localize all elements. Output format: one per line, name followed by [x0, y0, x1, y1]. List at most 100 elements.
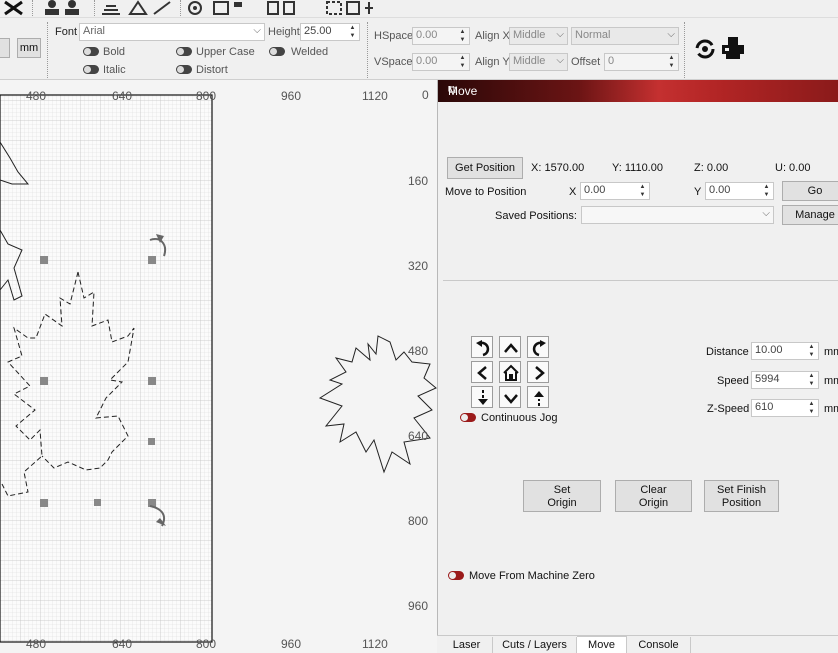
ruler-label: 800	[196, 637, 216, 651]
speed-unit: mm	[824, 375, 838, 387]
tab-move[interactable]: Move	[577, 636, 627, 653]
mm-button[interactable]: mm	[17, 38, 41, 58]
set-origin-button[interactable]: Set Origin	[523, 480, 601, 512]
go-label: Go	[807, 185, 823, 197]
speed-value: 5994	[755, 373, 780, 385]
ruler-label: 640	[112, 637, 132, 651]
align-x-label: Align X	[475, 30, 510, 42]
move-x-spinbox[interactable]: 0.00 ▲ ▼	[580, 182, 650, 200]
align-y-combo[interactable]: Middle ⌵	[509, 53, 568, 71]
align-x-combo[interactable]: Middle ⌵	[509, 27, 568, 45]
jog-home-button[interactable]	[499, 361, 521, 383]
clear-origin-label-line1: Clear	[640, 484, 667, 496]
scissors-tool-icon[interactable]	[2, 0, 26, 16]
speed-spinbox[interactable]: 5994 ▲ ▼	[751, 371, 819, 389]
move-from-machine-zero-label: Move From Machine Zero	[469, 570, 595, 582]
text-mode-combo[interactable]: Normal ⌵	[571, 27, 679, 45]
distance-unit: mm	[824, 346, 838, 358]
manage-button[interactable]: Manage	[782, 205, 838, 225]
italic-toggle[interactable]	[83, 65, 99, 74]
hspace-value: 0.00	[416, 29, 438, 41]
spinner-arrows-icon[interactable]: ▲ ▼	[457, 54, 468, 70]
spinner-arrows-icon[interactable]: ▲ ▼	[637, 183, 648, 199]
align-tools-icon[interactable]	[100, 0, 176, 16]
move-panel-titlebar[interactable]: Move ⧉	[438, 80, 838, 102]
jog-z-down-button[interactable]	[471, 386, 493, 408]
toolbar-separator	[32, 0, 33, 16]
jog-down-button[interactable]	[499, 386, 521, 408]
refresh-icon[interactable]	[694, 38, 716, 63]
upper-case-toggle[interactable]	[176, 47, 192, 56]
unit-button-partial[interactable]	[0, 38, 10, 58]
y-position-readout: Y: 1110.00	[612, 162, 663, 174]
go-button[interactable]: Go	[782, 181, 838, 201]
font-value: Arial	[83, 25, 106, 37]
jog-up-button[interactable]	[499, 336, 521, 358]
spinner-arrows-icon[interactable]: ▲ ▼	[806, 343, 817, 359]
toolbar-separator	[47, 22, 48, 78]
float-window-icon[interactable]: ⧉	[448, 84, 833, 97]
hspace-spinbox[interactable]: 0.00 ▲ ▼	[412, 27, 470, 45]
z-up-icon	[534, 391, 544, 406]
laser-machine-icon[interactable]	[720, 36, 746, 63]
spinner-arrows-icon[interactable]: ▲ ▼	[666, 54, 677, 70]
distort-toggle[interactable]	[176, 65, 192, 74]
design-canvas[interactable]: 480 640 800 960 1120 480 640 800 960 112…	[0, 80, 437, 653]
distance-label: Distance	[706, 346, 749, 358]
tab-label: Cuts / Layers	[502, 639, 567, 651]
ruler-label: 320	[408, 259, 428, 273]
distance-spinbox[interactable]: 10.00 ▲ ▼	[751, 342, 819, 360]
clear-origin-button[interactable]: Clear Origin	[615, 480, 692, 512]
x-position-readout: X: 1570.00	[531, 162, 585, 174]
font-combo[interactable]: Arial ⌵	[79, 23, 265, 41]
toolbar-separator	[180, 0, 181, 16]
target-icon[interactable]	[186, 0, 206, 16]
spinner-arrows-icon[interactable]: ▲ ▼	[457, 28, 468, 44]
spinner-arrows-icon[interactable]: ▲ ▼	[761, 183, 772, 199]
arrow-down-icon	[504, 394, 518, 404]
jog-left-button[interactable]	[471, 361, 493, 383]
italic-label: Italic	[103, 64, 126, 76]
toolbar-separator	[684, 22, 685, 78]
jog-rotate-ccw-button[interactable]	[471, 336, 493, 358]
get-position-button[interactable]: Get Position	[447, 157, 523, 179]
ruler-label: 0	[422, 88, 429, 102]
continuous-jog-toggle[interactable]	[460, 413, 476, 422]
z-position-readout: Z: 0.00	[694, 162, 729, 174]
offset-spinbox[interactable]: 0 ▲ ▼	[604, 53, 679, 71]
move-from-machine-zero-toggle[interactable]	[448, 571, 464, 580]
move-panel: Move ⧉ Get Position X: 1570.00 Y: 1110.0…	[437, 80, 838, 653]
ruler-label: 480	[408, 344, 428, 358]
saved-positions-label: Saved Positions:	[495, 210, 577, 222]
y-label: Y	[694, 186, 702, 198]
tab-cuts-layers[interactable]: Cuts / Layers	[493, 637, 577, 653]
work-area	[0, 94, 213, 643]
users-icon[interactable]	[42, 0, 90, 16]
icon-toolbar	[0, 0, 838, 18]
move-y-spinbox[interactable]: 0.00 ▲ ▼	[705, 182, 774, 200]
bold-toggle[interactable]	[83, 47, 99, 56]
height-value: 25.00	[304, 25, 332, 37]
vspace-value: 0.00	[416, 55, 438, 67]
spinner-arrows-icon[interactable]: ▲ ▼	[806, 400, 817, 416]
saved-positions-combo[interactable]: ⌵	[581, 206, 774, 224]
ruler-label: 1120	[362, 637, 388, 651]
zspeed-value: 610	[755, 401, 774, 413]
jog-right-button[interactable]	[527, 361, 549, 383]
height-spinbox[interactable]: 25.00 ▲ ▼	[300, 23, 360, 41]
layout-icon[interactable]	[212, 0, 335, 16]
rotate-ccw-icon	[476, 340, 490, 357]
spinner-arrows-icon[interactable]: ▲ ▼	[806, 372, 817, 388]
jog-rotate-cw-button[interactable]	[527, 336, 549, 358]
tab-laser[interactable]: Laser	[441, 637, 493, 653]
welded-toggle[interactable]	[269, 47, 285, 56]
arrow-right-icon	[535, 366, 545, 380]
tab-console[interactable]: Console	[627, 637, 691, 653]
spinner-arrows-icon[interactable]: ▲ ▼	[347, 24, 358, 40]
zspeed-spinbox[interactable]: 610 ▲ ▼	[751, 399, 819, 417]
get-position-label: Get Position	[455, 162, 515, 174]
jog-z-up-button[interactable]	[527, 386, 549, 408]
set-finish-position-button[interactable]: Set Finish Position	[704, 480, 779, 512]
distribute-icon[interactable]	[325, 0, 405, 16]
vspace-spinbox[interactable]: 0.00 ▲ ▼	[412, 53, 470, 71]
